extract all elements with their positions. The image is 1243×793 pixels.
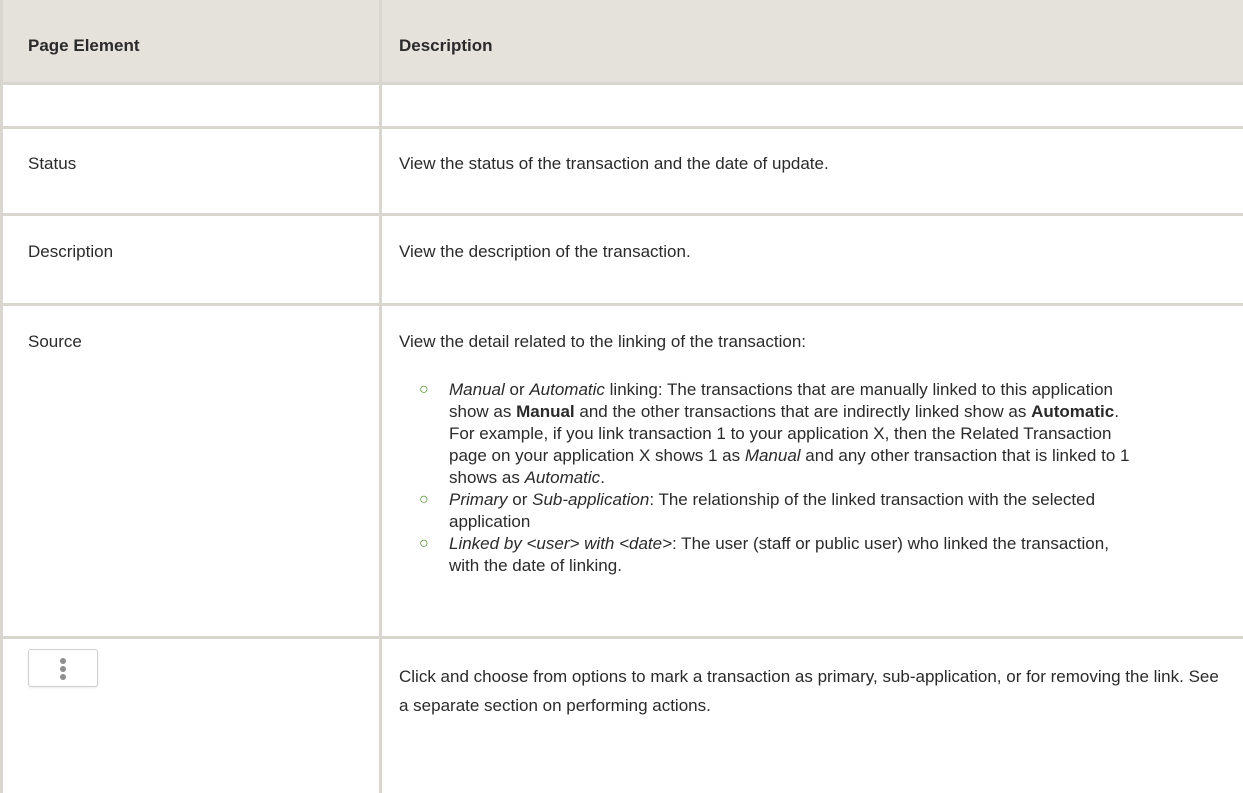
row-desc-actions: Click and choose from options to mark a … (399, 667, 1219, 715)
header-page-element: Page Element (28, 36, 140, 55)
page-element-table: Page Element Description Status View the… (0, 0, 1243, 793)
more-vertical-icon (60, 658, 66, 664)
row-label-source: Source (28, 332, 82, 351)
row-label-description: Description (28, 242, 114, 261)
source-options-list: ○ Manual or Automatic linking: The trans… (413, 379, 1143, 577)
list-item: ○ Primary or Sub-application: The relati… (419, 490, 1096, 531)
row-desc-source: View the detail related to the linking o… (399, 332, 806, 351)
circle-bullet-icon: ○ (419, 491, 429, 508)
row-label-status: Status (28, 154, 77, 173)
list-item: ○ Linked by <user> with <date>: The user… (419, 534, 1109, 575)
circle-bullet-icon: ○ (419, 535, 429, 552)
header-description: Description (399, 36, 493, 55)
circle-bullet-icon: ○ (419, 381, 429, 398)
more-actions-button[interactable] (28, 649, 98, 687)
row-desc-description: View the description of the transaction. (399, 242, 691, 261)
list-item: ○ Manual or Automatic linking: The trans… (419, 380, 1130, 487)
row-desc-status: View the status of the transaction and t… (399, 154, 829, 173)
table-header (0, 0, 1243, 84)
